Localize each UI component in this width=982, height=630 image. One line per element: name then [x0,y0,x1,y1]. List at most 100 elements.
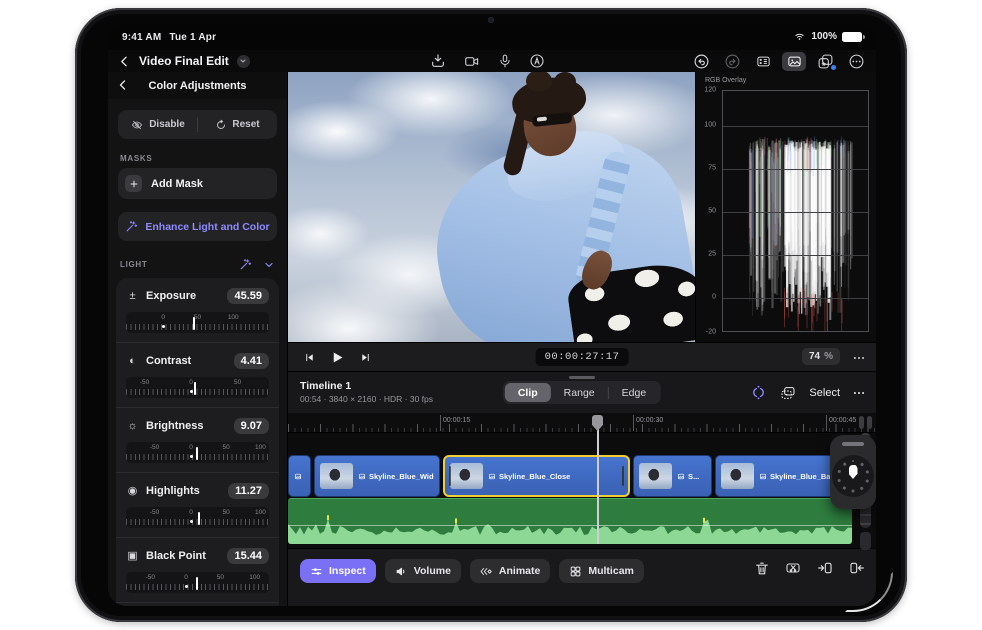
more-options-icon[interactable] [844,52,868,71]
highlights-slider[interactable]: -50050100 [126,507,269,528]
exposure-slider[interactable]: 050100 [126,312,269,333]
ruler-tick-label: 100 [255,509,266,516]
undo-icon[interactable] [689,52,713,71]
brightness-slider[interactable]: -50050100 [126,442,269,463]
snapping-icon[interactable] [750,384,767,401]
front-camera [488,17,494,23]
timeline-name: Timeline 1 [300,380,433,392]
pencil-tool-icon[interactable] [529,53,545,69]
mode-edge-button[interactable]: Edge [609,383,660,402]
timeline-clip[interactable]: Skyline_Blue_Wide [314,455,440,497]
microphone-icon[interactable] [498,53,512,69]
button-label: Volume [414,565,451,577]
add-mask-button[interactable]: Add Mask [118,168,277,199]
slider-value[interactable]: 11.27 [228,483,269,499]
layout-panels-icon[interactable] [751,52,775,71]
audio-track[interactable] [288,498,852,544]
delete-clip-icon[interactable] [754,560,770,577]
jog-wheel[interactable] [830,435,876,509]
timeline-ruler[interactable]: 00:00:1500:00:3000:00:45 [288,415,876,433]
jog-grip-handle[interactable] [842,442,864,446]
button-label: Multicam [588,565,634,577]
ruler-tick-label: 100 [228,314,239,321]
slider-label: Brightness [146,420,227,432]
slider-value[interactable]: 15.44 [227,548,269,564]
project-title[interactable]: Video Final Edit [139,54,229,68]
contrast-slider[interactable]: -50050 [126,377,269,398]
import-icon[interactable] [430,53,446,69]
scope-tick-label: 0 [712,294,716,301]
panel-back-icon[interactable] [117,78,129,92]
media-browser-icon[interactable] [782,52,806,71]
scope-tick-label: 50 [708,208,716,215]
slider-value[interactable]: 45.59 [227,288,269,304]
status-bar: 9:41 AM Tue 1 Apr 100% [108,25,876,50]
battery-icon [842,32,862,42]
viewer-more-icon[interactable] [852,351,866,365]
mode-range-button[interactable]: Range [551,383,608,402]
mode-clip-button[interactable]: Clip [505,383,551,402]
viewer-zoom-control[interactable]: 74 % [802,348,840,365]
timeline-clip[interactable]: S... [633,455,712,497]
subject-figure [288,72,695,342]
jog-pointer [849,465,858,479]
video-preview[interactable] [288,72,695,342]
timeline-clip[interactable]: Skyline_Blue_Close [443,455,630,497]
timecode-display[interactable]: 00:00:27:17 [536,348,629,366]
volume-button[interactable]: Volume [385,559,461,583]
scope-title: RGB Overlay [705,77,746,84]
slider-cursor[interactable] [194,382,196,395]
slider-origin-dot [190,520,193,523]
camera-icon[interactable] [463,54,481,69]
scope-gridline [723,169,868,170]
ruler-tick-label: 50 [222,509,229,516]
back-icon[interactable] [118,55,131,68]
slider-label: Black Point [146,550,220,562]
slider-value[interactable]: 9.07 [234,418,269,434]
button-label: Inspect [329,565,366,577]
animate-button[interactable]: Animate [470,559,550,583]
scope-gridline [723,126,868,127]
jog-dial[interactable] [832,455,874,497]
reset-button[interactable]: Reset [198,110,277,139]
panel-drag-handle[interactable] [569,376,595,379]
timeline-more-icon[interactable] [852,386,866,400]
inspect-button[interactable]: Inspect [300,559,376,583]
slider-value[interactable]: 4.41 [234,353,269,369]
slider-origin-dot [162,325,165,328]
slider-origin-dot [190,390,193,393]
ruler-tick-label: 50 [234,379,241,386]
next-frame-button[interactable] [360,352,371,363]
multicam-button[interactable]: Multicam [559,559,644,583]
timeline-clip[interactable]: Skyline_Blue_Background [715,455,848,497]
timeline-clip[interactable]: Sk... [288,455,311,497]
slider-cursor[interactable] [198,512,200,525]
black-point-slider[interactable]: -50050100 [126,572,269,593]
hair-bun-shape [554,72,576,91]
multicam-grid-icon [569,565,582,578]
collapse-chevron-icon[interactable] [263,259,275,271]
split-clip-icon[interactable] [784,560,802,577]
tool-select-label[interactable]: Select [809,387,840,399]
select-tool-icon[interactable] [779,385,797,401]
slider-label: Highlights [146,485,221,497]
play-button[interactable] [330,350,345,365]
slider-cursor[interactable] [196,577,198,590]
transport-bar: 00:00:27:17 74 % [288,342,876,372]
brightness-icon: ☼ [126,420,139,432]
slider-cursor[interactable] [196,447,198,460]
redo-icon[interactable] [720,52,744,71]
volume-line[interactable] [288,525,852,526]
effects-library-icon[interactable] [813,52,837,71]
zoom-unit: % [824,351,833,362]
title-menu-chevron-icon[interactable] [237,55,250,68]
disable-button[interactable]: Disable [118,110,197,139]
plus-icon [125,175,142,192]
light-wand-icon[interactable] [239,258,252,271]
ruler-tick-label: 0 [184,574,188,581]
enhance-light-color-button[interactable]: Enhance Light and Color [118,212,277,241]
playhead[interactable] [597,415,599,544]
insert-clip-icon[interactable] [816,560,834,577]
clip-name: S... [688,472,699,481]
previous-frame-button[interactable] [304,352,315,363]
